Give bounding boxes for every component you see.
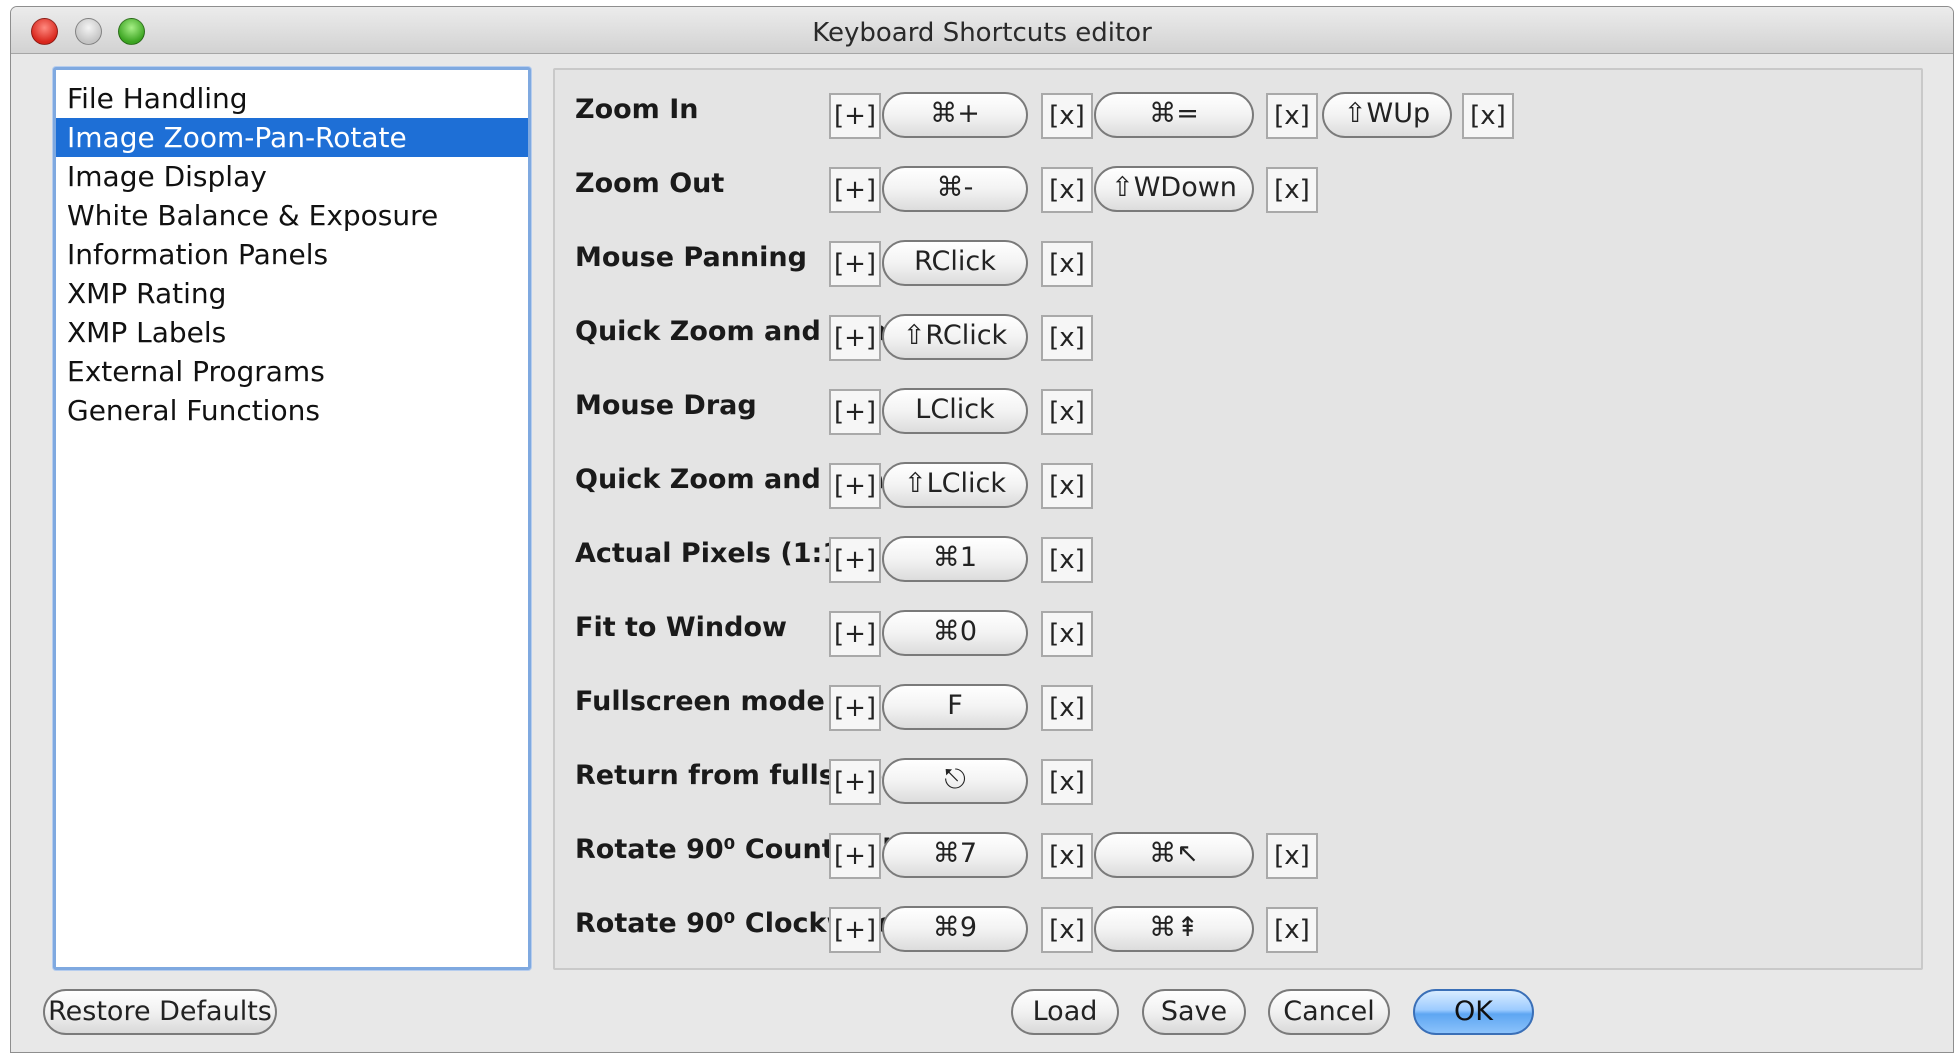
load-button[interactable]: Load xyxy=(1011,989,1119,1035)
category-item[interactable]: XMP Rating xyxy=(56,274,528,313)
ok-button[interactable]: OK xyxy=(1413,989,1534,1035)
remove-shortcut-button[interactable]: [x] xyxy=(1041,685,1093,731)
add-shortcut-button[interactable]: [+] xyxy=(829,241,881,287)
shortcut-row: Quick Zoom and Drag [+] ⇧LClick [x] xyxy=(555,440,1921,514)
add-shortcut-button[interactable]: [+] xyxy=(829,907,881,953)
key-binding-button[interactable]: ⇧RClick xyxy=(882,314,1028,360)
remove-shortcut-button[interactable]: [x] xyxy=(1266,833,1318,879)
shortcut-row: Mouse Panning [+] RClick [x] xyxy=(555,218,1921,292)
key-binding-button[interactable]: ⌘7 xyxy=(882,832,1028,878)
add-shortcut-button[interactable]: [+] xyxy=(829,685,881,731)
key-binding-button[interactable]: ⇧LClick xyxy=(882,462,1028,508)
remove-shortcut-button[interactable]: [x] xyxy=(1041,907,1093,953)
shortcut-row: Zoom In [+] ⌘+ [x] ⌘= [x] ⇧WUp [x] xyxy=(555,70,1921,144)
add-shortcut-button[interactable]: [+] xyxy=(829,833,881,879)
key-binding-button[interactable]: ⌘= xyxy=(1094,92,1254,138)
remove-shortcut-button[interactable]: [x] xyxy=(1041,463,1093,509)
category-item[interactable]: File Handling xyxy=(56,79,528,118)
remove-shortcut-button[interactable]: [x] xyxy=(1266,907,1318,953)
shortcut-row: Rotate 90⁰ Clockwise [+] ⌘9 [x] ⌘⇞ [x] xyxy=(555,884,1921,958)
remove-shortcut-button[interactable]: [x] xyxy=(1041,759,1093,805)
category-item[interactable]: Image Display xyxy=(56,157,528,196)
key-binding-button[interactable]: ⌘0 xyxy=(882,610,1028,656)
shortcut-row: Rotate 90⁰ Counterclockwise [+] ⌘7 [x] ⌘↖ [x] xyxy=(555,810,1921,884)
remove-shortcut-button[interactable]: [x] xyxy=(1266,167,1318,213)
add-shortcut-button[interactable]: [+] xyxy=(829,463,881,509)
remove-shortcut-button[interactable]: [x] xyxy=(1041,241,1093,287)
shortcut-row: Mouse Drag [+] LClick [x] xyxy=(555,366,1921,440)
key-binding-button[interactable]: ⌘1 xyxy=(882,536,1028,582)
remove-shortcut-button[interactable]: [x] xyxy=(1462,93,1514,139)
key-binding-button[interactable]: ⌘9 xyxy=(882,906,1028,952)
category-item[interactable]: XMP Labels xyxy=(56,313,528,352)
shortcut-name: Actual Pixels (1:1) xyxy=(575,538,854,569)
key-binding-button[interactable]: F xyxy=(882,684,1028,730)
remove-shortcut-button[interactable]: [x] xyxy=(1041,315,1093,361)
remove-shortcut-button[interactable]: [x] xyxy=(1041,93,1093,139)
key-binding-button[interactable]: ⇧WDown xyxy=(1094,166,1254,212)
add-shortcut-button[interactable]: [+] xyxy=(829,611,881,657)
shortcut-name: Mouse Panning xyxy=(575,242,807,273)
key-binding-button[interactable]: ⌘↖ xyxy=(1094,832,1254,878)
shortcut-name: Zoom Out xyxy=(575,168,725,199)
shortcut-row: Zoom Out [+] ⌘- [x] ⇧WDown [x] xyxy=(555,144,1921,218)
remove-shortcut-button[interactable]: [x] xyxy=(1041,389,1093,435)
shortcuts-editor-window: Keyboard Shortcuts editor File Handling I… xyxy=(10,6,1954,1053)
add-shortcut-button[interactable]: [+] xyxy=(829,167,881,213)
category-item[interactable]: Information Panels xyxy=(56,235,528,274)
shortcut-name: Mouse Drag xyxy=(575,390,757,421)
key-binding-button[interactable]: ⌘+ xyxy=(882,92,1028,138)
key-binding-button[interactable]: ⇧WUp xyxy=(1322,92,1452,138)
title-bar[interactable]: Keyboard Shortcuts editor xyxy=(11,7,1953,54)
shortcut-row: Fullscreen mode [+] F [x] xyxy=(555,662,1921,736)
shortcut-row: Quick Zoom and Pan [+] ⇧RClick [x] xyxy=(555,292,1921,366)
category-item[interactable]: White Balance & Exposure xyxy=(56,196,528,235)
category-list[interactable]: File Handling Image Zoom-Pan-Rotate Image … xyxy=(53,67,531,970)
shortcut-panel: Zoom In [+] ⌘+ [x] ⌘= [x] ⇧WUp [x] Zoom Out [+] ⌘-… xyxy=(553,68,1923,970)
add-shortcut-button[interactable]: [+] xyxy=(829,389,881,435)
add-shortcut-button[interactable]: [+] xyxy=(829,315,881,361)
add-shortcut-button[interactable]: [+] xyxy=(829,759,881,805)
key-binding-button[interactable]: LClick xyxy=(882,388,1028,434)
window-title: Keyboard Shortcuts editor xyxy=(812,18,1152,48)
remove-shortcut-button[interactable]: [x] xyxy=(1041,833,1093,879)
remove-shortcut-button[interactable]: [x] xyxy=(1041,611,1093,657)
remove-shortcut-button[interactable]: [x] xyxy=(1266,93,1318,139)
cancel-button[interactable]: Cancel xyxy=(1268,989,1390,1035)
add-shortcut-button[interactable]: [+] xyxy=(829,537,881,583)
shortcut-row: Actual Pixels (1:1) [+] ⌘1 [x] xyxy=(555,514,1921,588)
category-item[interactable]: General Functions xyxy=(56,391,528,430)
restore-defaults-button[interactable]: Restore Defaults xyxy=(43,989,277,1035)
remove-shortcut-button[interactable]: [x] xyxy=(1041,167,1093,213)
shortcut-row: Return from fullscreen mode [+] ⎋ [x] xyxy=(555,736,1921,810)
add-shortcut-button[interactable]: [+] xyxy=(829,93,881,139)
key-binding-button[interactable]: RClick xyxy=(882,240,1028,286)
category-item[interactable]: Image Zoom-Pan-Rotate xyxy=(56,118,528,157)
category-item[interactable]: External Programs xyxy=(56,352,528,391)
shortcut-name: Fullscreen mode xyxy=(575,686,825,717)
key-binding-button[interactable]: ⎋ xyxy=(882,758,1028,804)
shortcut-row: Fit to Window [+] ⌘0 [x] xyxy=(555,588,1921,662)
save-button[interactable]: Save xyxy=(1142,989,1246,1035)
key-binding-button[interactable]: ⌘⇞ xyxy=(1094,906,1254,952)
shortcut-name: Fit to Window xyxy=(575,612,787,643)
remove-shortcut-button[interactable]: [x] xyxy=(1041,537,1093,583)
key-binding-button[interactable]: ⌘- xyxy=(882,166,1028,212)
shortcut-name: Zoom In xyxy=(575,94,699,125)
